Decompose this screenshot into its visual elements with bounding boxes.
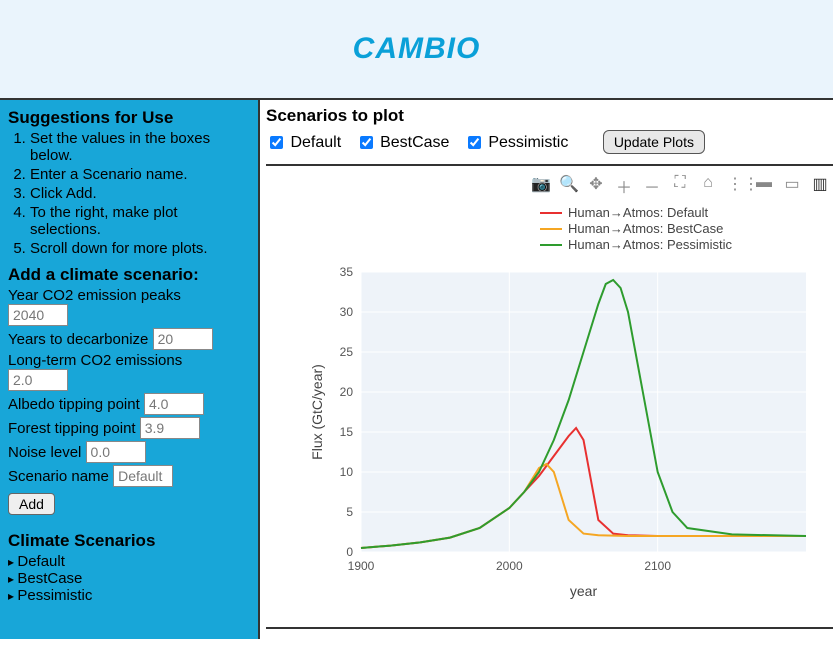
noise-input[interactable] — [86, 441, 146, 463]
zoom-in-icon[interactable]: ＋ — [615, 174, 633, 198]
add-button[interactable]: Add — [8, 493, 55, 515]
years-decarb-input[interactable] — [153, 328, 213, 350]
svg-text:35: 35 — [340, 265, 354, 279]
year-peak-label: Year CO2 emission peaks — [8, 287, 181, 304]
compare-icon[interactable]: ▭ — [783, 174, 801, 198]
checkbox-bestcase-input[interactable] — [360, 136, 373, 149]
suggestion-item: Set the values in the boxes below. — [30, 130, 250, 164]
zoom-icon[interactable]: 🔍 — [559, 174, 577, 198]
lt-emissions-label: Long-term CO2 emissions — [8, 352, 182, 369]
lt-emissions-input[interactable] — [8, 369, 68, 391]
chart[interactable]: 0 5 10 15 20 25 30 35 1900 2000 2100 year Flux (GtC/… — [306, 202, 833, 607]
scenarios-to-plot-heading: Scenarios to plot — [266, 106, 833, 126]
svg-text:20: 20 — [340, 385, 354, 399]
svg-text:0: 0 — [346, 545, 353, 559]
suggestion-item: To the right, make plot selections. — [30, 204, 250, 238]
svg-text:10: 10 — [340, 465, 354, 479]
pan-icon[interactable]: ✥ — [587, 174, 605, 198]
scenario-name-input[interactable] — [113, 465, 173, 487]
suggestion-item: Click Add. — [30, 185, 250, 202]
checkbox-pessimistic[interactable]: Pessimistic — [464, 134, 573, 151]
spike-icon[interactable]: ⋮⋮ — [727, 174, 745, 198]
scenario-name-label: Scenario name — [8, 468, 109, 485]
autoscale-icon[interactable]: ⛶ — [671, 174, 689, 198]
scenario-item[interactable]: BestCase — [8, 570, 250, 587]
plotly-icon[interactable]: ▥ — [811, 174, 829, 198]
svg-text:25: 25 — [340, 345, 354, 359]
hover-icon[interactable]: ▬ — [755, 174, 773, 198]
camera-icon[interactable]: 📷 — [531, 174, 549, 198]
main-panel: Scenarios to plot Default BestCase Pessi… — [260, 100, 833, 639]
checkbox-default-input[interactable] — [270, 136, 283, 149]
add-scenario-heading: Add a climate scenario: — [8, 265, 250, 285]
suggestion-item: Scroll down for more plots. — [30, 240, 250, 257]
albedo-input[interactable] — [144, 393, 204, 415]
home-icon[interactable]: ⌂ — [699, 174, 717, 198]
suggestions-heading: Suggestions for Use — [8, 108, 250, 128]
scenarios-heading: Climate Scenarios — [8, 531, 250, 551]
svg-text:2000: 2000 — [496, 559, 523, 573]
checkbox-pessimistic-input[interactable] — [468, 136, 481, 149]
forest-input[interactable] — [140, 417, 200, 439]
forest-label: Forest tipping point — [8, 420, 136, 437]
checkbox-default[interactable]: Default — [266, 134, 346, 151]
albedo-label: Albedo tipping point — [8, 396, 140, 413]
svg-text:year: year — [570, 583, 598, 599]
svg-text:5: 5 — [346, 505, 353, 519]
years-decarb-label: Years to decarbonize — [8, 331, 148, 348]
scenario-item[interactable]: Default — [8, 553, 250, 570]
suggestion-item: Enter a Scenario name. — [30, 166, 250, 183]
noise-label: Noise level — [8, 444, 81, 461]
svg-text:15: 15 — [340, 425, 354, 439]
sidebar: Suggestions for Use Set the values in th… — [0, 100, 260, 639]
svg-text:Flux (GtC/year): Flux (GtC/year) — [309, 364, 325, 460]
update-plots-button[interactable]: Update Plots — [603, 130, 705, 154]
svg-text:2100: 2100 — [644, 559, 671, 573]
plot-toolbar: 📷 🔍 ✥ ＋ － ⛶ ⌂ ⋮⋮ ▬ ▭ ▥ — [266, 166, 833, 202]
svg-text:1900: 1900 — [348, 559, 375, 573]
svg-text:30: 30 — [340, 305, 354, 319]
scenario-item[interactable]: Pessimistic — [8, 587, 250, 604]
zoom-out-icon[interactable]: － — [643, 174, 661, 198]
year-peak-input[interactable] — [8, 304, 68, 326]
app-title: CAMBIO — [353, 32, 481, 66]
suggestions-list: Set the values in the boxes below. Enter… — [8, 130, 250, 257]
scenarios-list: Default BestCase Pessimistic — [8, 553, 250, 604]
checkbox-bestcase[interactable]: BestCase — [356, 134, 454, 151]
header: CAMBIO — [0, 0, 833, 100]
